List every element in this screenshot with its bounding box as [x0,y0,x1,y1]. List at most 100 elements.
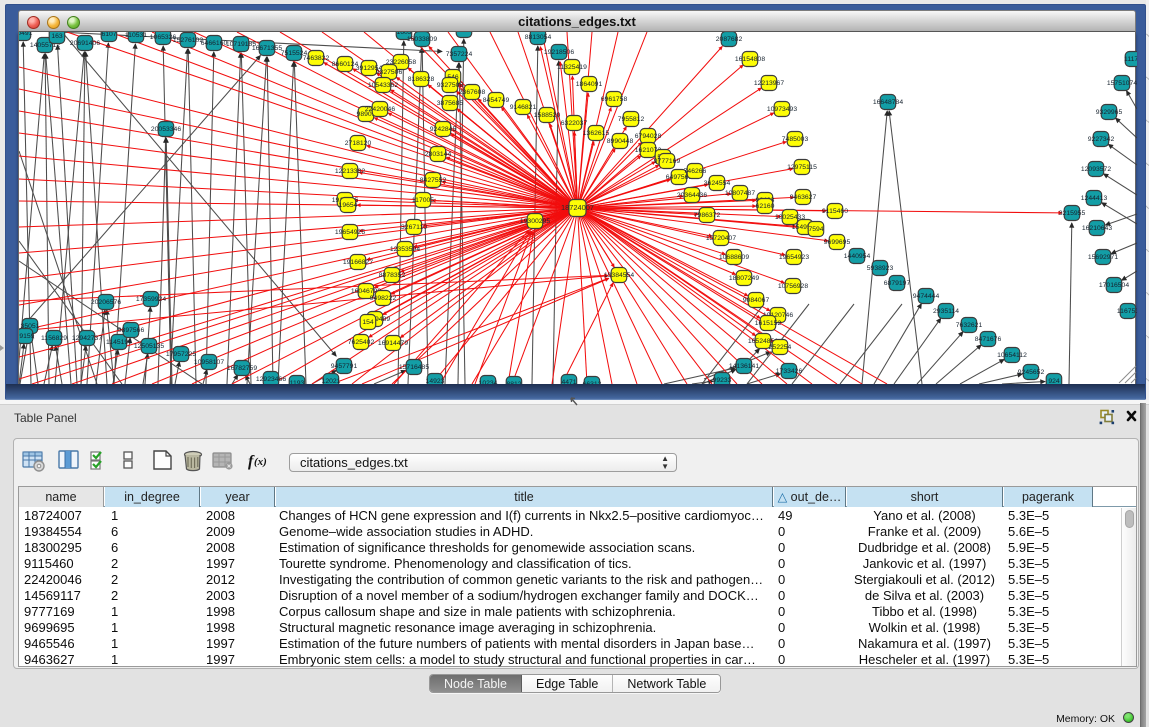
svg-text:22420046: 22420046 [365,106,395,113]
svg-text:62160: 62160 [756,203,775,210]
svg-text:19384554: 19384554 [604,272,634,279]
svg-text:18807249: 18807249 [729,275,759,282]
svg-text:19654923: 19654923 [779,254,809,261]
svg-text:10491: 10491 [19,32,33,37]
svg-text:6322037: 6322037 [561,120,588,127]
svg-text:16210643: 16210643 [1082,225,1112,232]
svg-text:15751074: 15751074 [1107,80,1137,87]
svg-text:15276102: 15276102 [173,37,203,44]
svg-text:15720407: 15720407 [706,235,736,242]
svg-text:9777169: 9777169 [654,158,681,165]
svg-text:(x): (x) [254,456,267,468]
svg-text:1362615: 1362615 [583,130,610,137]
svg-text:110531: 110531 [125,32,147,39]
svg-text:10807487: 10807487 [725,190,755,197]
svg-text:1588520: 1588520 [534,112,561,119]
svg-text:19654: 19654 [339,202,358,209]
svg-text:8813054: 8813054 [525,34,552,41]
svg-text:116753: 116753 [1117,308,1137,315]
svg-text:16914479: 16914479 [378,340,408,347]
svg-text:8186328: 8186328 [408,76,435,83]
svg-text:12923466: 12923466 [256,376,286,383]
svg-text:9146821: 9146821 [510,104,537,111]
svg-text:9242845: 9242845 [430,126,457,133]
svg-text:14136141: 14136141 [729,363,759,370]
svg-text:7632621: 7632621 [956,322,983,329]
svg-text:17957225: 17957225 [166,351,196,358]
svg-text:19166827: 19166827 [343,259,373,266]
svg-text:6107: 6107 [101,32,116,38]
svg-text:9227342: 9227342 [1088,136,1115,143]
svg-text:99233: 99233 [713,377,732,384]
svg-text:12353594: 12353594 [390,246,420,253]
svg-text:19218506: 19218506 [544,49,574,56]
svg-text:1440954: 1440954 [844,253,871,260]
svg-text:8990448: 8990448 [607,138,634,145]
svg-text:12975115: 12975115 [787,164,817,171]
svg-text:9457791: 9457791 [331,363,358,370]
svg-text:3215955: 3215955 [1059,210,1086,217]
svg-text:1864091: 1864091 [576,81,603,88]
svg-text:15692971: 15692971 [1088,254,1118,261]
svg-text:7357: 7357 [456,32,471,34]
svg-text:17016504: 17016504 [1099,282,1129,289]
svg-text:8471676: 8471676 [975,336,1002,343]
svg-text:7955812: 7955812 [618,116,645,123]
svg-text:2803144: 2803144 [425,151,452,158]
svg-text:6466160: 6466160 [201,40,228,47]
svg-text:8660124: 8660124 [332,61,359,68]
svg-text:1156829: 1156829 [41,335,67,342]
svg-text:117005: 117005 [412,197,434,204]
svg-text:9327508: 9327508 [437,82,464,89]
svg-text:11172: 11172 [1124,56,1137,63]
svg-text:9699695: 9699695 [824,239,851,246]
svg-text:746266: 746266 [684,168,707,175]
svg-text:9397566: 9397566 [118,327,145,334]
svg-text:9245652: 9245652 [1018,369,1045,376]
svg-text:3267110: 3267110 [401,224,427,231]
svg-text:6794028: 6794028 [635,133,662,140]
svg-text:18724007: 18724007 [561,203,594,212]
svg-text:6879197: 6879197 [884,280,911,287]
svg-text:7986372: 7986372 [694,212,721,219]
svg-text:20364436: 20364436 [677,192,707,199]
svg-text:7357224: 7357224 [446,51,473,58]
svg-text:1145194: 1145194 [106,339,132,346]
svg-text:2935114: 2935114 [933,308,959,315]
svg-text:252254: 252254 [769,344,792,351]
svg-text:9498222: 9498222 [370,295,397,302]
svg-text:10654112: 10654112 [997,352,1027,359]
svg-text:12942737: 12942737 [72,335,102,342]
svg-text:2087682: 2087682 [716,36,743,43]
svg-text:16033809: 16033809 [407,36,437,43]
svg-text:10688609: 10688609 [719,254,749,261]
svg-text:10756928: 10756928 [778,283,808,290]
svg-text:8427552: 8427552 [420,177,447,184]
svg-text:39159: 39159 [19,333,35,340]
svg-text:16154808: 16154808 [735,56,765,63]
svg-text:12213967: 12213967 [754,80,784,87]
svg-text:9463627: 9463627 [790,194,817,201]
svg-text:10973493: 10973493 [767,106,797,113]
svg-text:8878352: 8878352 [379,272,406,279]
svg-text:7594: 7594 [808,226,823,233]
svg-text:9084067: 9084067 [743,297,770,304]
svg-text:16671355: 16671355 [252,45,282,52]
svg-text:1733426: 1733426 [776,368,803,375]
svg-text:9115460: 9115460 [822,208,848,215]
svg-text:12093572: 12093572 [1081,166,1111,173]
svg-text:9329965: 9329965 [1096,109,1123,116]
svg-text:16648784: 16648784 [873,99,903,106]
svg-text:19300295: 19300295 [520,218,550,225]
svg-text:163: 163 [51,33,63,40]
svg-text:20053346: 20053346 [151,126,181,133]
svg-text:2718120: 2718120 [345,140,372,147]
svg-text:7463822: 7463822 [303,55,330,62]
svg-text:16782759: 16782759 [227,365,257,372]
svg-text:1244413: 1244413 [1081,195,1108,202]
svg-text:10543362: 10543362 [368,82,398,89]
svg-text:5938923: 5938923 [867,265,894,272]
svg-text:1615152: 1615152 [755,320,782,327]
svg-text:2367608: 2367608 [459,89,486,96]
svg-text:10958107: 10958107 [194,359,224,366]
